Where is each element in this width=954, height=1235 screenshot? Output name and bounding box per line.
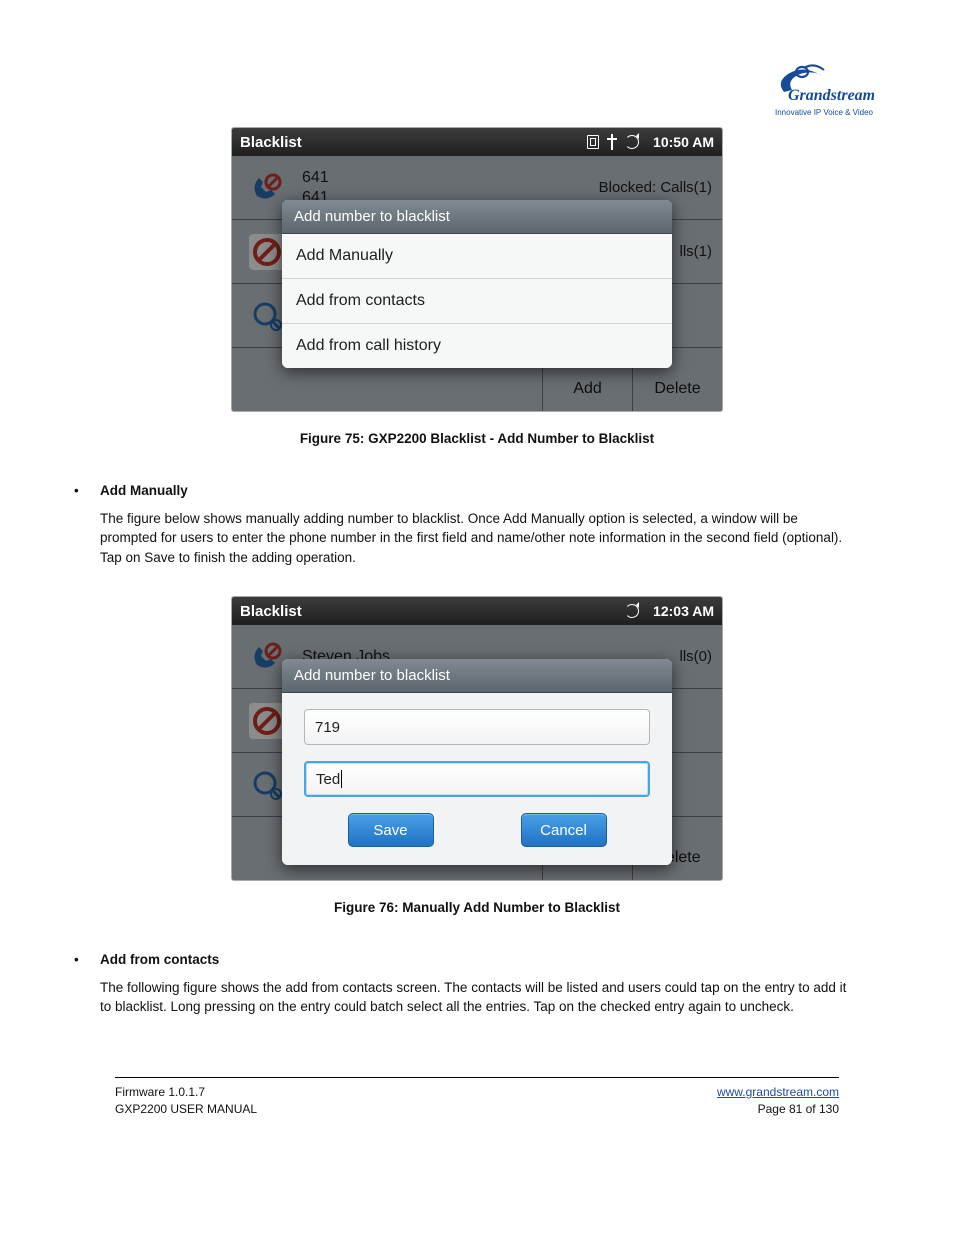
usb-icon	[607, 134, 617, 150]
status-bar: Blacklist 10:50 AM	[232, 128, 722, 156]
save-button[interactable]: Save	[348, 813, 434, 847]
paragraph-add-manually: The figure below shows manually adding n…	[100, 509, 854, 568]
screen-title: Blacklist	[240, 134, 587, 151]
text-cursor	[341, 770, 342, 788]
clock: 12:03 AM	[653, 603, 714, 619]
figure-76-caption: Figure 76: Manually Add Number to Blackl…	[60, 900, 894, 915]
option-add-manually[interactable]: Add Manually	[282, 234, 672, 279]
footer-url[interactable]: www.grandstream.com	[717, 1085, 839, 1099]
option-add-from-contacts[interactable]: Add from contacts	[282, 279, 672, 324]
cancel-button[interactable]: Cancel	[521, 813, 607, 847]
figure-76-screenshot: Blacklist 12:03 AM Steven Jobs lls(0)	[232, 597, 722, 880]
sim-icon	[587, 135, 599, 149]
figure-75-caption: Figure 75: GXP2200 Blacklist - Add Numbe…	[60, 431, 894, 446]
dialog-title: Add number to blacklist	[282, 659, 672, 693]
bullet-icon: •	[60, 950, 100, 970]
section-heading-add-manually: Add Manually	[100, 481, 188, 501]
status-bar: Blacklist 12:03 AM	[232, 597, 722, 625]
figure-75-screenshot: Blacklist 10:50 AM 641 641 Blocked	[232, 128, 722, 411]
phone-number-input[interactable]: 719	[304, 709, 650, 745]
dialog-title: Add number to blacklist	[282, 200, 672, 234]
brand-logo: Grandstream Innovative IP Voice & Video	[774, 60, 874, 117]
svg-text:Grandstream: Grandstream	[788, 87, 874, 104]
paragraph-add-from-contacts: The following figure shows the add from …	[100, 978, 854, 1017]
add-manually-dialog: Add number to blacklist 719 Ted Save Can…	[282, 659, 672, 865]
sync-icon	[625, 135, 639, 149]
footer-firmware: Firmware 1.0.1.7	[115, 1084, 257, 1101]
footer-page-number: Page 81 of 130	[717, 1101, 839, 1118]
footer-rule	[115, 1077, 839, 1078]
section-heading-add-from-contacts: Add from contacts	[100, 950, 219, 970]
brand-tagline: Innovative IP Voice & Video	[774, 108, 874, 117]
bullet-icon: •	[60, 481, 100, 501]
name-input[interactable]: Ted	[304, 761, 650, 797]
screen-title: Blacklist	[240, 603, 625, 620]
option-add-from-history[interactable]: Add from call history	[282, 324, 672, 368]
add-number-dialog: Add number to blacklist Add Manually Add…	[282, 200, 672, 368]
footer-doc-title: GXP2200 USER MANUAL	[115, 1101, 257, 1118]
clock: 10:50 AM	[653, 134, 714, 150]
sync-icon	[625, 604, 639, 618]
